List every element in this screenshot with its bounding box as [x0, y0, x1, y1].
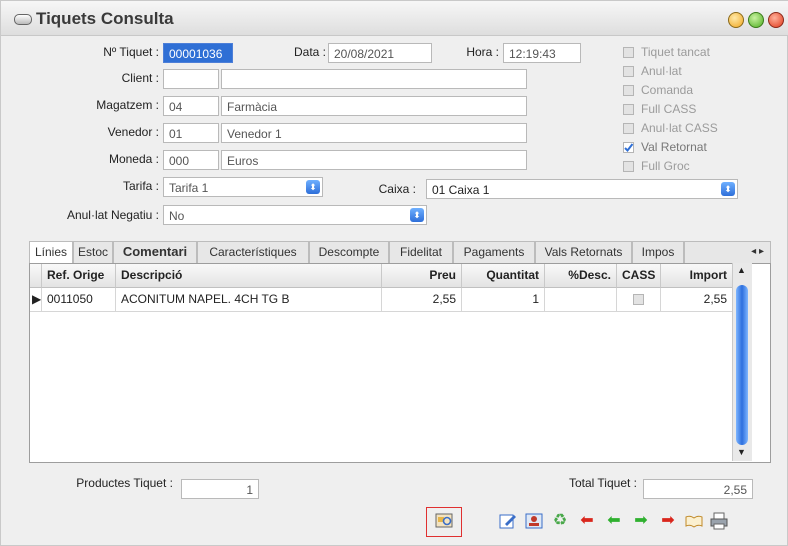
- window-menu-icon[interactable]: [14, 14, 32, 25]
- tariff-label: Tarifa :: [122, 179, 159, 193]
- column-header-desc-pct[interactable]: %Desc.: [545, 264, 617, 288]
- window-title: Tiquets Consulta: [36, 9, 174, 28]
- time-field[interactable]: 12:19:43: [503, 43, 581, 63]
- checkbox-anulat-cass[interactable]: [623, 123, 634, 134]
- column-header-descripcio[interactable]: Descripció: [116, 264, 382, 288]
- table-cell-desc-pct[interactable]: [545, 288, 617, 312]
- cancelled-negative-label: Anul·lat Negatiu :: [66, 208, 159, 222]
- date-label: Data :: [293, 45, 326, 59]
- scroll-down-icon[interactable]: ▼: [737, 447, 746, 457]
- tab-impostos[interactable]: Impos: [632, 241, 684, 263]
- title-bar[interactable]: Tiquets Consulta: [1, 1, 788, 36]
- tab-pagaments[interactable]: Pagaments: [453, 241, 535, 263]
- tab-descompte[interactable]: Descompte: [309, 241, 389, 263]
- scroll-up-icon[interactable]: ▲: [737, 265, 746, 275]
- currency-name-field[interactable]: Euros: [221, 150, 527, 170]
- dropdown-arrow-icon[interactable]: ⬍: [306, 180, 320, 194]
- dropdown-arrow-icon[interactable]: ⬍: [721, 182, 735, 196]
- warehouse-code-field[interactable]: 04: [163, 96, 219, 116]
- table-cell-descripcio[interactable]: ACONITUM NAPEL. 4CH TG B: [116, 288, 382, 312]
- row-pointer-icon[interactable]: ▶: [30, 288, 42, 312]
- tariff-select[interactable]: Tarifa 1 ⬍: [163, 177, 323, 197]
- column-header-quantitat[interactable]: Quantitat: [462, 264, 545, 288]
- table-cell-ref[interactable]: 0011050: [42, 288, 116, 312]
- next-arrow-icon[interactable]: ➡: [631, 511, 651, 531]
- minimize-button[interactable]: [728, 12, 744, 28]
- tab-estoc[interactable]: Estoc: [73, 241, 113, 263]
- column-header-ref[interactable]: Ref. Orige: [42, 264, 116, 288]
- currency-label: Moneda :: [108, 152, 159, 166]
- cash-register-select-value: 01 Caixa 1: [432, 183, 490, 197]
- checkbox-label: Full Groc: [641, 159, 690, 173]
- total-field[interactable]: 2,55: [643, 479, 753, 499]
- cash-register-select[interactable]: 01 Caixa 1 ⬍: [426, 179, 738, 199]
- client-code-field[interactable]: [163, 69, 219, 89]
- table-cell-cass[interactable]: [617, 288, 661, 312]
- seller-code-field[interactable]: 01: [163, 123, 219, 143]
- open-book-icon[interactable]: [684, 511, 704, 531]
- products-count-field[interactable]: 1: [181, 479, 259, 499]
- checkbox-label: Val Retornat: [641, 140, 707, 154]
- cancelled-negative-select[interactable]: No ⬍: [163, 205, 427, 225]
- currency-code-field[interactable]: 000: [163, 150, 219, 170]
- table-cell-preu[interactable]: 2,55: [382, 288, 462, 312]
- column-header-import[interactable]: Import: [661, 264, 733, 288]
- first-arrow-icon[interactable]: ⬅: [577, 511, 597, 531]
- seller-label: Venedor :: [107, 125, 159, 139]
- tab-vals-retornats[interactable]: Vals Retornats: [535, 241, 632, 263]
- ticket-number-field[interactable]: 00001036: [163, 43, 233, 63]
- client-name-field[interactable]: [221, 69, 527, 89]
- cancelled-negative-select-value: No: [169, 209, 185, 223]
- checkbox-label: Comanda: [641, 83, 694, 97]
- column-header-cass[interactable]: CASS: [617, 264, 661, 288]
- row-selector-header: [30, 264, 42, 288]
- tab-fidelitat[interactable]: Fidelitat: [389, 241, 453, 263]
- print-preview-icon[interactable]: [434, 511, 454, 531]
- checkbox-anulat[interactable]: [623, 66, 634, 77]
- contact-card-icon[interactable]: [524, 511, 544, 531]
- checkmark-icon: [624, 143, 634, 153]
- checkbox-label: Anul·lat: [641, 64, 682, 78]
- scrollbar-thumb[interactable]: [736, 285, 748, 445]
- edit-icon[interactable]: [498, 511, 518, 531]
- column-header-preu[interactable]: Preu: [382, 264, 462, 288]
- lines-table: Ref. Orige Descripció Preu Quantitat %De…: [29, 263, 771, 463]
- date-field[interactable]: 20/08/2021: [328, 43, 432, 63]
- maximize-button[interactable]: [748, 12, 764, 28]
- cash-register-label: Caixa :: [378, 182, 416, 196]
- tariff-select-value: Tarifa 1: [169, 181, 209, 195]
- checkbox-label: Full CASS: [641, 102, 697, 116]
- tab-scroll-arrows[interactable]: ◂ ▸: [684, 241, 771, 263]
- warehouse-label: Magatzem :: [96, 98, 159, 112]
- printer-icon[interactable]: [709, 511, 729, 531]
- time-label: Hora :: [466, 45, 499, 59]
- cass-checkbox[interactable]: [633, 294, 644, 305]
- seller-name-field[interactable]: Venedor 1: [221, 123, 527, 143]
- checkbox-label: Anul·lat CASS: [641, 121, 718, 135]
- table-cell-import[interactable]: 2,55: [661, 288, 733, 312]
- dropdown-arrow-icon[interactable]: ⬍: [410, 208, 424, 222]
- close-button[interactable]: [768, 12, 784, 28]
- table-scrollbar[interactable]: ▲ ▼: [732, 263, 752, 461]
- checkbox-tiquet-tancat[interactable]: [623, 47, 634, 58]
- checkbox-label: Tiquet tancat: [641, 45, 710, 59]
- table-cell-quantitat[interactable]: 1: [462, 288, 545, 312]
- previous-arrow-icon[interactable]: ⬅: [604, 511, 624, 531]
- products-count-label: Productes Tiquet :: [76, 476, 173, 490]
- client-label: Client :: [121, 71, 159, 85]
- tab-comentari[interactable]: Comentari: [113, 241, 197, 263]
- tab-caracteristiques[interactable]: Característiques: [197, 241, 309, 263]
- refresh-icon[interactable]: ♻: [550, 511, 570, 531]
- ticket-number-label: Nº Tiquet :: [103, 45, 159, 59]
- checkbox-full-cass[interactable]: [623, 104, 634, 115]
- warehouse-name-field[interactable]: Farmàcia: [221, 96, 527, 116]
- last-arrow-icon[interactable]: ➡: [658, 511, 678, 531]
- total-label: Total Tiquet :: [568, 476, 637, 490]
- tab-linies[interactable]: Línies: [29, 241, 73, 264]
- window: Tiquets Consulta Nº Tiquet : 00001036 Da…: [0, 0, 788, 546]
- checkbox-comanda[interactable]: [623, 85, 634, 96]
- checkbox-full-groc[interactable]: [623, 161, 634, 172]
- checkbox-val-retornat[interactable]: [623, 142, 634, 153]
